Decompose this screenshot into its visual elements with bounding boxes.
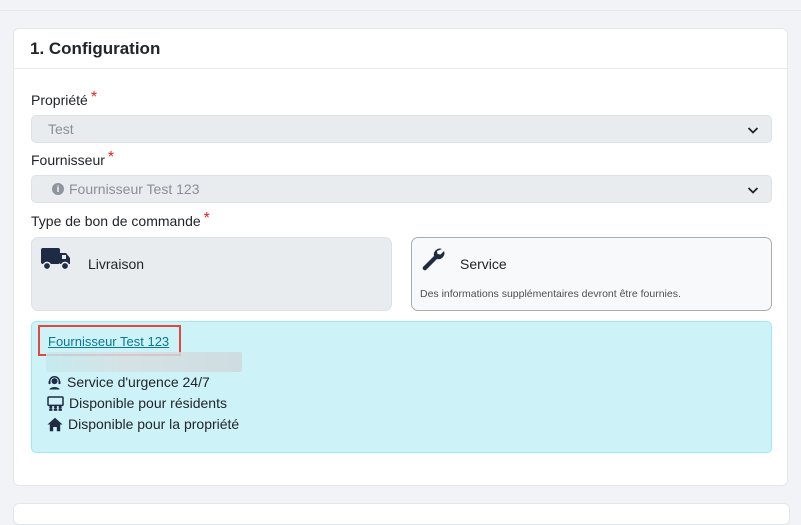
required-marker: *	[203, 210, 210, 227]
required-marker: *	[90, 89, 98, 106]
supplier-select[interactable]: i Fournisseur Test 123	[31, 175, 772, 203]
service-label: Service	[460, 256, 507, 272]
headset-icon	[48, 375, 61, 390]
section-title: 1. Configuration	[14, 29, 787, 69]
configuration-card: 1. Configuration Propriété * Test Fournis…	[13, 28, 788, 486]
redacted-text	[46, 352, 242, 372]
required-marker: *	[107, 149, 115, 166]
property-select[interactable]: Test	[31, 115, 772, 143]
supplier-value: Fournisseur Test 123	[69, 181, 200, 197]
order-type-delivery-option[interactable]: Livraison	[31, 237, 392, 311]
feature-residents: Disponible pour résidents	[47, 395, 227, 411]
property-label: Propriété *	[31, 89, 98, 108]
top-bar	[0, 0, 801, 11]
next-section-card	[13, 503, 790, 525]
delivery-label: Livraison	[88, 256, 145, 272]
truck-icon	[41, 248, 70, 271]
house-icon	[47, 417, 63, 431]
supplier-label: Fournisseur *	[31, 149, 115, 168]
supplier-link[interactable]: Fournisseur Test 123	[48, 334, 169, 349]
info-icon: i	[52, 183, 64, 195]
order-type-label: Type de bon de commande *	[31, 210, 210, 229]
wrench-icon	[422, 248, 445, 271]
feature-property: Disponible pour la propriété	[47, 416, 239, 432]
feature-emergency: Service d'urgence 24/7	[47, 374, 210, 390]
chevron-down-icon	[747, 187, 759, 194]
order-type-service-option[interactable]: Service Des informations supplémentaires…	[411, 237, 772, 311]
supplier-info-panel: Fournisseur Test 123 Service d'urgence 2…	[31, 321, 772, 453]
people-icon	[47, 395, 64, 411]
service-description: Des informations supplémentaires devront…	[420, 288, 681, 300]
chevron-down-icon	[747, 127, 759, 134]
property-value: Test	[48, 121, 74, 137]
